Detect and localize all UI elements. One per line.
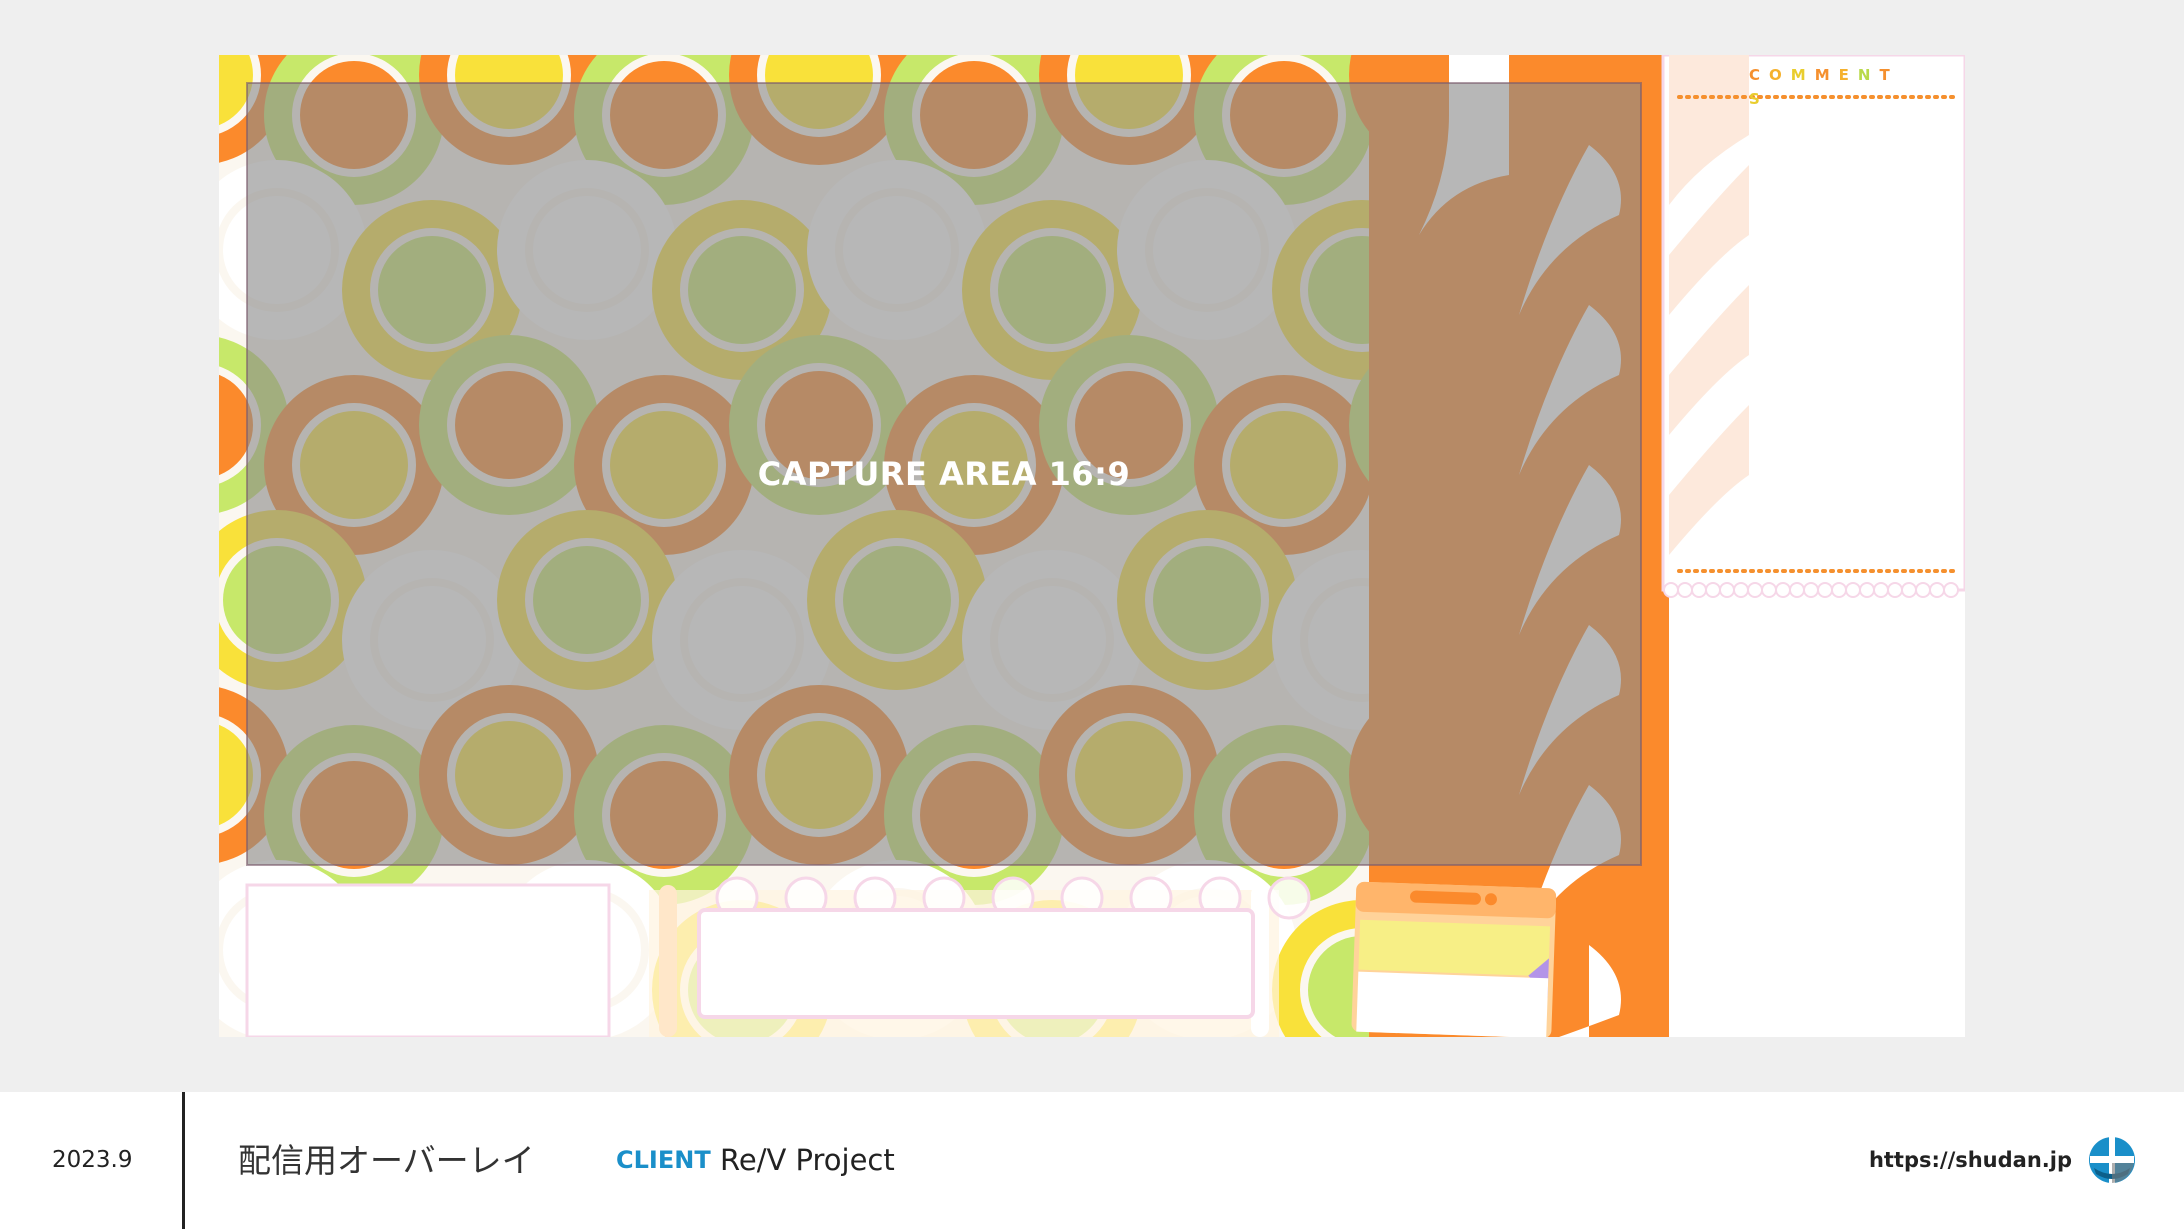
scallop	[1873, 582, 1889, 598]
comments-title: COMMENTS	[1749, 63, 1909, 108]
scallop	[1677, 582, 1693, 598]
fence-bubble	[1267, 876, 1311, 920]
scallop	[1775, 582, 1791, 598]
scallop	[1663, 582, 1679, 598]
scallop	[1719, 582, 1735, 598]
globe-logo-icon	[2089, 1137, 2135, 1183]
scallop	[1789, 582, 1805, 598]
footer-date: 2023.9	[52, 1147, 133, 1173]
comments-title-letter: O	[1769, 66, 1791, 84]
footer-bar: 2023.9 配信用オーバーレイ CLIENT Re/V Project htt…	[0, 1092, 2184, 1229]
comments-title-letter: E	[1838, 66, 1858, 84]
scallop	[1915, 582, 1931, 598]
comments-panel	[1661, 55, 1965, 1037]
project-title: 配信用オーバーレイ	[238, 1141, 535, 1180]
stream-overlay-preview: CAPTURE AREA 16:9 COMMENTS	[219, 55, 1965, 1037]
scallop	[1831, 582, 1847, 598]
footer-divider	[182, 1092, 185, 1229]
client-name: Re/V Project	[720, 1143, 895, 1177]
scallop	[1817, 582, 1833, 598]
comments-title-letter: S	[1749, 90, 1769, 108]
client-label: CLIENT	[616, 1146, 711, 1174]
scallop	[1943, 582, 1959, 598]
comments-title-letter: N	[1857, 66, 1880, 84]
scallop	[1761, 582, 1777, 598]
scallop	[1733, 582, 1749, 598]
scallop	[1803, 582, 1819, 598]
overlay-artwork	[219, 55, 1965, 1037]
scallop	[1691, 582, 1707, 598]
bottom-left-box	[245, 883, 611, 1037]
sticky-card	[1351, 881, 1557, 1037]
scallop	[1845, 582, 1861, 598]
scallop	[1901, 582, 1917, 598]
scallop	[1929, 582, 1945, 598]
site-url-link[interactable]: https://shudan.jp	[1869, 1092, 2072, 1229]
comments-title-letter: C	[1749, 66, 1770, 84]
scallop	[1705, 582, 1721, 598]
comments-title-letter: M	[1814, 66, 1839, 84]
bottom-center-box	[697, 908, 1255, 1019]
scallop	[1859, 582, 1875, 598]
capture-area	[246, 82, 1642, 866]
comments-title-letter: M	[1790, 66, 1815, 84]
comments-title-letter: T	[1879, 66, 1899, 84]
scallop	[1887, 582, 1903, 598]
slide: CAPTURE AREA 16:9 COMMENTS 2023.9 配信用オーバ…	[0, 0, 2184, 1229]
scallop	[1747, 582, 1763, 598]
